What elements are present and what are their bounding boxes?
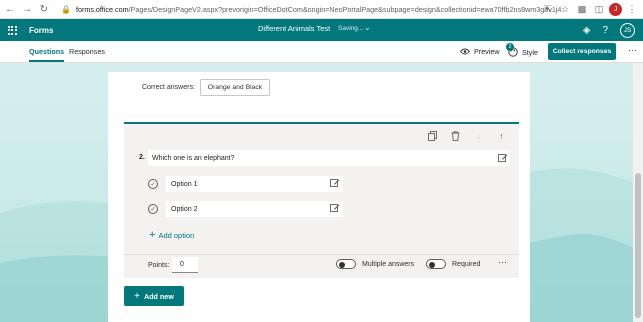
address-bar[interactable]: forms.office.com/Pages/DesignPageV2.aspx…	[76, 5, 564, 14]
correct-answers-label: Correct answers:	[142, 84, 195, 91]
image-edit-icon[interactable]	[330, 178, 340, 188]
style-button[interactable]: 2 Style	[506, 43, 538, 57]
collect-responses-button[interactable]: Collect responses	[548, 43, 616, 60]
app-launcher-icon[interactable]	[2, 19, 22, 41]
question-more-options-icon[interactable]: ···	[498, 257, 507, 267]
arrow-down-icon[interactable]: ↓	[473, 130, 484, 141]
url-path: /Pages/DesignPageV2.aspx?prevorigin=Offi…	[128, 4, 564, 14]
share-icon[interactable]: ⇱	[541, 2, 555, 16]
more-options-icon[interactable]: ···	[628, 45, 637, 55]
option-2-radio[interactable]: ✓	[148, 204, 158, 214]
points-input[interactable]: 0	[172, 257, 198, 273]
browser-toolbar: ← → ↻ 🔒 forms.office.com/Pages/DesignPag…	[0, 0, 643, 19]
copy-icon[interactable]	[427, 130, 438, 141]
extensions-icon[interactable]: ▩	[575, 2, 589, 16]
command-bar: Questions Responses Preview 2 Style Coll…	[0, 41, 643, 63]
eye-icon	[460, 48, 470, 55]
option-1-radio[interactable]: ✓	[148, 179, 158, 189]
style-label: Style	[522, 47, 538, 57]
delete-icon[interactable]	[450, 130, 461, 141]
url-host: forms.office.com	[75, 4, 129, 14]
app-bar-actions: ◈ ? JS	[583, 19, 635, 41]
save-status: Saving...	[338, 25, 364, 32]
multiple-answers-label: Multiple answers	[362, 261, 415, 268]
add-new-label: Add new	[143, 291, 174, 301]
arrow-up-icon[interactable]: ↑	[496, 130, 507, 141]
style-badge: 2	[506, 43, 514, 51]
bookmark-star-icon[interactable]: ☆	[558, 2, 572, 16]
document-title[interactable]: Different Animals Test	[258, 24, 330, 33]
option-1-field[interactable]: Option 1	[166, 176, 343, 192]
diamond-icon[interactable]: ◈	[583, 25, 591, 36]
help-icon[interactable]: ?	[602, 25, 608, 36]
required-label: Required	[452, 261, 481, 268]
question-number: 2.	[139, 154, 145, 161]
multiple-answers-toggle[interactable]	[336, 259, 356, 269]
lock-icon[interactable]: 🔒	[61, 5, 71, 14]
image-edit-icon[interactable]	[498, 153, 508, 163]
add-option-label: Add option	[158, 230, 195, 240]
forward-icon[interactable]: →	[20, 2, 34, 16]
question-toolbar: ↓ ↑	[427, 130, 507, 141]
app-name[interactable]: Forms	[29, 26, 53, 35]
browser-menu-icon[interactable]: ⋮	[625, 2, 639, 16]
tab-questions[interactable]: Questions	[29, 47, 65, 62]
required-toggle[interactable]	[426, 259, 446, 269]
browser-actions: ⇱ ☆ ▩ ◫ J ⋮	[541, 2, 639, 16]
tab-responses[interactable]: Responses	[69, 47, 105, 56]
image-edit-icon[interactable]	[330, 203, 340, 213]
chevron-down-icon[interactable]: ⌄	[364, 23, 371, 32]
profile-avatar[interactable]: J	[609, 2, 622, 16]
add-option-button[interactable]: + Add option	[149, 229, 194, 241]
forms-app-bar: Forms Different Animals Test Saving... ⌄…	[0, 19, 643, 41]
reload-icon[interactable]: ↻	[37, 2, 51, 16]
back-icon[interactable]: ←	[3, 2, 17, 16]
scrollbar-thumb[interactable]	[635, 173, 641, 318]
sidebar-icon[interactable]: ◫	[592, 2, 606, 16]
option-2-field[interactable]: Option 2	[166, 201, 343, 217]
preview-label: Preview	[474, 47, 500, 56]
user-avatar[interactable]: JS	[620, 22, 635, 38]
plus-icon: +	[134, 290, 140, 302]
points-label: Points:	[148, 262, 170, 269]
add-new-button[interactable]: + Add new	[124, 286, 184, 306]
plus-icon: +	[149, 229, 156, 241]
question-text-field[interactable]: Which one is an elephant?	[148, 150, 510, 166]
preview-button[interactable]: Preview	[460, 47, 500, 56]
correct-answers-value[interactable]: Orange and Black	[200, 79, 270, 96]
